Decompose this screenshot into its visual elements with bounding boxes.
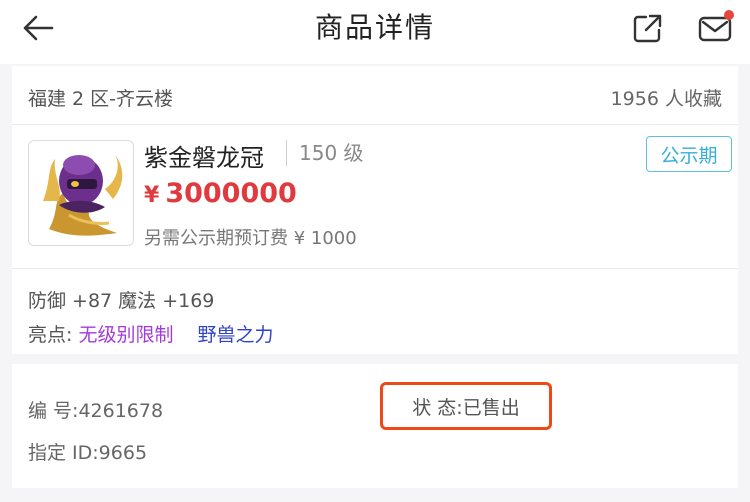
currency-symbol: ¥	[144, 183, 160, 208]
favorites-count: 1956 人收藏	[610, 88, 722, 110]
highlight-tag: 无级别限制	[78, 324, 174, 346]
item-thumbnail[interactable]	[28, 140, 134, 246]
share-button[interactable]	[628, 8, 668, 48]
server-row: 福建 2 区-齐云楼 1956 人收藏	[28, 84, 722, 111]
status-badge: 状 态:已售出	[380, 382, 552, 430]
item-stats: 防御 +87 魔法 +169	[28, 290, 215, 312]
highlights-row: 亮点: 无级别限制 野兽之力	[28, 320, 274, 347]
arrow-left-icon	[23, 15, 54, 41]
price-value: 3000000	[165, 178, 297, 209]
divider	[12, 124, 738, 125]
back-button[interactable]	[16, 8, 60, 48]
highlight-tag: 野兽之力	[197, 324, 274, 346]
share-icon	[633, 14, 662, 43]
highlights-label: 亮点:	[28, 324, 73, 346]
divider	[12, 268, 738, 269]
deposit-note: 另需公示期预订费 ¥ 1000	[144, 228, 357, 249]
item-detail-screen: 商品详情 福建 2 区-齐云楼 1956 人收藏 紫金磐龙冠 150 级 公示期…	[0, 0, 750, 502]
designated-id: 指定 ID:9665	[28, 442, 148, 464]
listing-card: 福建 2 区-齐云楼 1956 人收藏 紫金磐龙冠 150 级 公示期 ¥300…	[12, 66, 738, 354]
top-bar: 商品详情	[0, 0, 750, 64]
item-name: 紫金磐龙冠	[144, 144, 264, 172]
helmet-icon	[43, 155, 123, 236]
item-price: ¥3000000	[144, 178, 297, 209]
message-button[interactable]	[692, 8, 738, 48]
item-number: 编 号:4261678	[28, 400, 164, 422]
notification-dot	[724, 10, 734, 20]
item-level: 150 级	[286, 140, 364, 166]
public-period-badge[interactable]: 公示期	[646, 136, 732, 172]
server-name: 福建 2 区-齐云楼	[28, 88, 174, 110]
trade-info-card: 编 号:4261678 状 态:已售出 指定 ID:9665	[12, 364, 738, 488]
